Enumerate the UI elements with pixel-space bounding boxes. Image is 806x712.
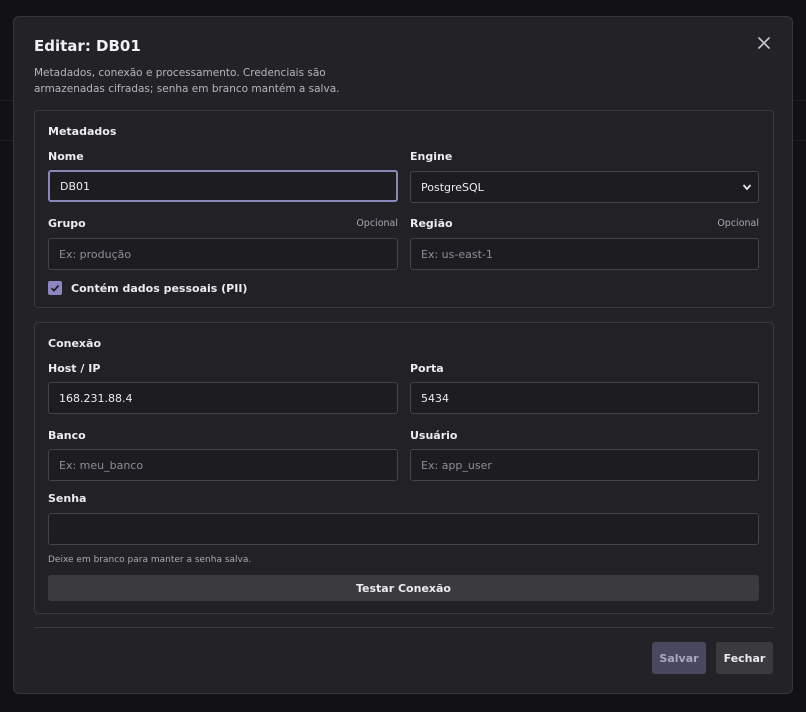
engine-select[interactable]: PostgreSQL (410, 171, 759, 203)
region-optional-tag: Opcional (717, 218, 759, 229)
password-label: Senha (48, 492, 87, 505)
region-input[interactable]: Ex: us-east-1 (410, 238, 759, 270)
dialog-description: Metadados, conexão e processamento. Cred… (34, 67, 340, 95)
name-label: Nome (48, 150, 84, 163)
section-title: Metadados (48, 125, 117, 138)
connection-section: Conexão Host / IP 168.231.88.4 Porta 543… (34, 322, 774, 614)
region-label: Região (410, 217, 453, 230)
password-input[interactable] (48, 513, 759, 545)
port-value: 5434 (421, 391, 449, 405)
password-hint: Deixe em branco para manter a senha salv… (48, 555, 252, 565)
engine-label: Engine (410, 150, 453, 163)
name-value: DB01 (60, 179, 91, 193)
database-placeholder: Ex: meu_banco (59, 458, 144, 472)
port-label: Porta (410, 362, 444, 375)
group-placeholder: Ex: produção (59, 247, 132, 261)
region-placeholder: Ex: us-east-1 (421, 247, 493, 261)
test-connection-button[interactable]: Testar Conexão (48, 575, 759, 601)
chevron-down-icon (742, 184, 752, 191)
pii-checkbox[interactable] (48, 281, 62, 295)
host-input[interactable]: 168.231.88.4 (48, 382, 398, 414)
database-label: Banco (48, 429, 86, 442)
user-label: Usuário (410, 429, 458, 442)
close-icon[interactable] (756, 35, 772, 51)
save-button[interactable]: Salvar (652, 642, 706, 674)
name-input[interactable]: DB01 (48, 170, 398, 202)
database-input[interactable]: Ex: meu_banco (48, 449, 398, 481)
host-value: 168.231.88.4 (59, 391, 133, 405)
group-input[interactable]: Ex: produção (48, 238, 398, 270)
section-title: Conexão (48, 337, 101, 350)
user-placeholder: Ex: app_user (421, 458, 492, 472)
port-input[interactable]: 5434 (410, 382, 759, 414)
group-label: Grupo (48, 217, 86, 230)
check-icon (50, 284, 60, 292)
group-optional-tag: Opcional (356, 218, 398, 229)
pii-checkbox-row[interactable]: Contém dados pessoais (PII) (48, 281, 247, 295)
close-button[interactable]: Fechar (716, 642, 773, 674)
pii-label: Contém dados pessoais (PII) (71, 281, 248, 295)
host-label: Host / IP (48, 362, 101, 375)
footer-divider (34, 627, 774, 628)
user-input[interactable]: Ex: app_user (410, 449, 759, 481)
engine-value: PostgreSQL (421, 180, 484, 194)
metadata-section: Metadados Nome DB01 Engine PostgreSQL Gr… (34, 110, 774, 308)
edit-dialog: Editar: DB01 Metadados, conexão e proces… (13, 16, 793, 694)
dialog-title: Editar: DB01 (34, 37, 141, 55)
